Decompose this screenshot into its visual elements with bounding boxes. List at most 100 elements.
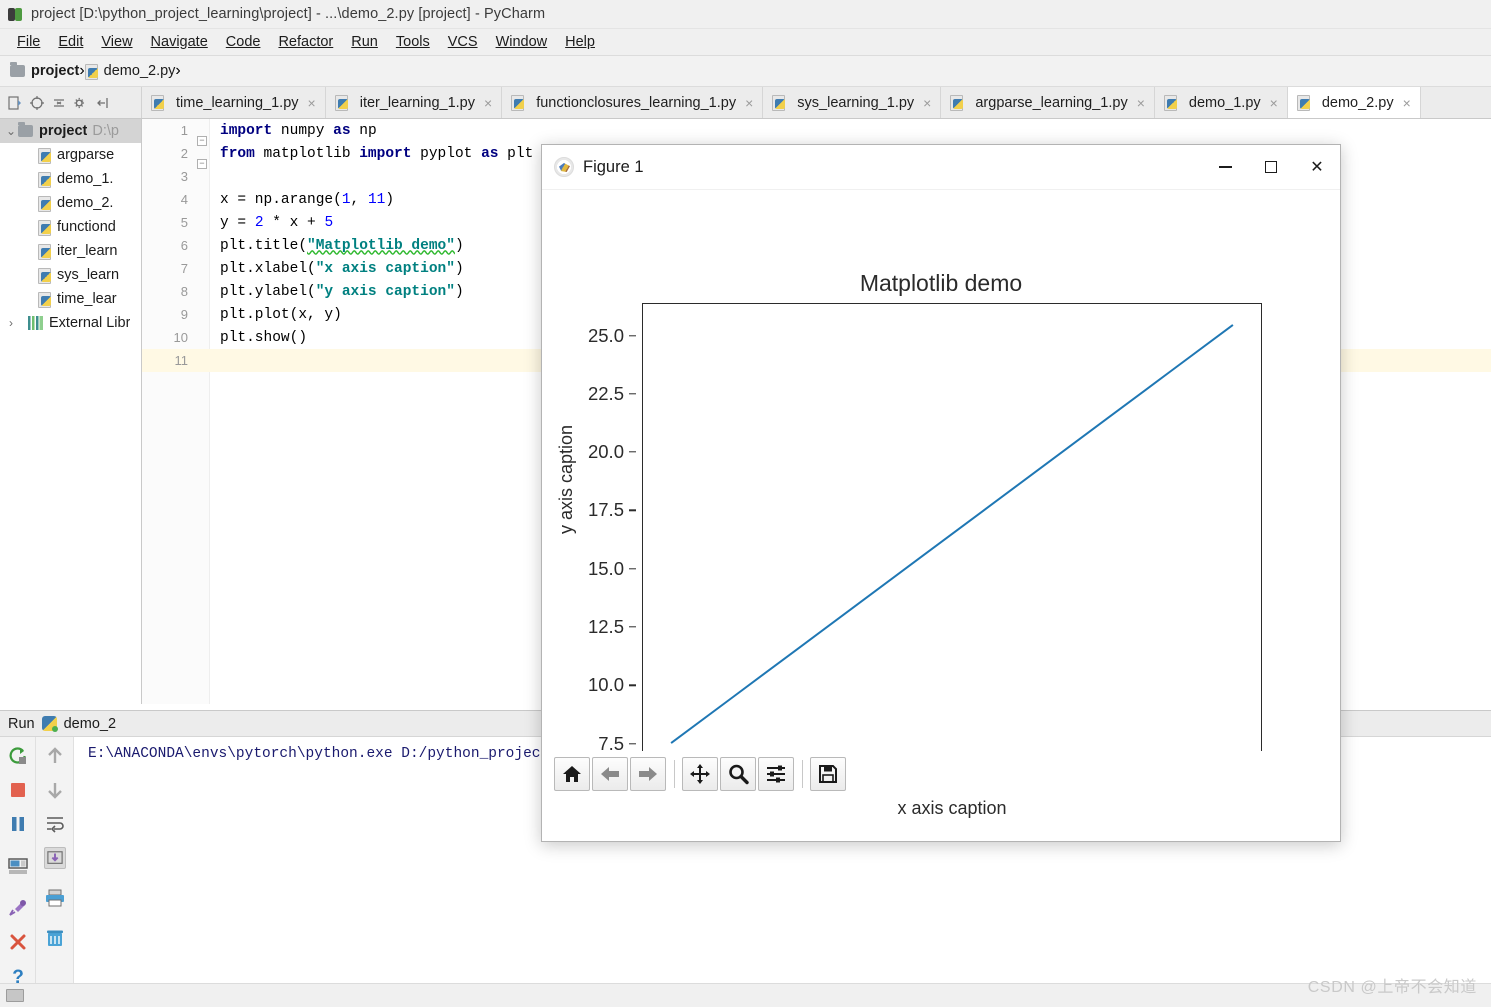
- tab-demo-1[interactable]: demo_1.py ×: [1154, 87, 1288, 118]
- tree-item-label: demo_1.: [57, 171, 114, 187]
- close-button[interactable]: ✕: [1294, 145, 1340, 189]
- code-text: y = 2 * x + 5: [220, 214, 334, 231]
- tree-item-functionclosures[interactable]: functiond: [0, 215, 141, 239]
- tab-sys-learning-1[interactable]: sys_learning_1.py ×: [763, 87, 942, 118]
- up-arrow-icon[interactable]: [44, 745, 66, 767]
- rerun-icon[interactable]: [7, 745, 29, 767]
- code-line-1[interactable]: 1 − import numpy as np: [142, 119, 1491, 146]
- y-tick-label: 20.0: [587, 441, 624, 463]
- select-opened-file-icon[interactable]: [7, 95, 23, 111]
- tree-item-label: functiond: [57, 219, 116, 235]
- tab-iter-learning-1[interactable]: iter_learning_1.py ×: [325, 87, 503, 118]
- back-arrow-icon[interactable]: [592, 757, 628, 791]
- configure-subplots-icon[interactable]: [758, 757, 794, 791]
- menu-view[interactable]: View: [92, 32, 141, 52]
- tab-close-icon[interactable]: ×: [484, 95, 492, 111]
- matplotlib-figure-window[interactable]: Figure 1 ✕ Matplotlib demo 7.5 10.0 12.5…: [541, 144, 1341, 842]
- print-icon[interactable]: [44, 887, 66, 909]
- menu-run[interactable]: Run: [342, 32, 387, 52]
- collapse-all-icon[interactable]: [51, 95, 67, 111]
- breadcrumb-project-label: project: [31, 63, 80, 79]
- maximize-button[interactable]: [1248, 145, 1294, 189]
- tree-item-demo-2[interactable]: demo_2.: [0, 191, 141, 215]
- line-number: 8: [180, 284, 188, 299]
- python-file-icon: [38, 243, 52, 260]
- save-floppy-icon[interactable]: [810, 757, 846, 791]
- tree-item-label: sys_learn: [57, 267, 120, 283]
- menu-code[interactable]: Code: [217, 32, 270, 52]
- menu-edit-label: Edit: [58, 34, 84, 50]
- menu-run-label: Run: [351, 34, 378, 50]
- tab-close-icon[interactable]: ×: [1137, 95, 1145, 111]
- line-series: [643, 304, 1261, 764]
- stop-icon[interactable]: [7, 779, 29, 801]
- pin-icon[interactable]: [7, 897, 29, 919]
- hide-toolwindow-icon[interactable]: [95, 95, 111, 111]
- y-tick-label: 22.5: [587, 382, 624, 404]
- y-tick-label: 25.0: [587, 324, 624, 346]
- tree-item-time-learning[interactable]: time_lear: [0, 287, 141, 311]
- tab-close-icon[interactable]: ×: [745, 95, 753, 111]
- tab-label: time_learning_1.py: [176, 94, 299, 111]
- breadcrumb-project[interactable]: project: [10, 62, 80, 79]
- figure-navigation-toolbar: [542, 751, 1340, 797]
- home-icon[interactable]: [554, 757, 590, 791]
- tree-item-sys-learning[interactable]: sys_learn: [0, 263, 141, 287]
- menu-navigate[interactable]: Navigate: [142, 32, 217, 52]
- tab-close-icon[interactable]: ×: [923, 95, 931, 111]
- figure-canvas[interactable]: Matplotlib demo 7.5 10.0 12.5 15.0 17.5 …: [542, 189, 1340, 818]
- tree-item-iter-learning[interactable]: iter_learn: [0, 239, 141, 263]
- line-number: 5: [180, 215, 188, 230]
- chevron-right-icon[interactable]: ›: [4, 316, 18, 330]
- pause-icon[interactable]: [7, 813, 29, 835]
- forward-arrow-icon[interactable]: [630, 757, 666, 791]
- editor-tabstrip: time_learning_1.py × iter_learning_1.py …: [0, 87, 1491, 119]
- breadcrumb: project › demo_2.py ›: [0, 56, 1491, 87]
- tab-functionclosures-learning-1[interactable]: functionclosures_learning_1.py ×: [502, 87, 764, 118]
- project-toolwindow-toolbar: [0, 87, 142, 118]
- pan-move-icon[interactable]: [682, 757, 718, 791]
- matplotlib-icon: [554, 157, 574, 177]
- gear-icon[interactable]: [73, 95, 89, 111]
- trash-icon[interactable]: [44, 927, 66, 949]
- minimize-button[interactable]: [1202, 145, 1248, 189]
- tree-item-demo-1[interactable]: demo_1.: [0, 167, 141, 191]
- tab-close-icon[interactable]: ×: [1403, 95, 1411, 111]
- menu-window[interactable]: Window: [487, 32, 557, 52]
- minimize-icon: [1218, 166, 1232, 168]
- python-file-icon: [772, 95, 786, 111]
- window-title: project [D:\python_project_learning\proj…: [31, 6, 546, 22]
- figure-window-buttons: ✕: [1202, 145, 1340, 189]
- python-file-icon: [1296, 95, 1311, 111]
- tab-argparse-learning-1[interactable]: argparse_learning_1.py ×: [941, 87, 1155, 118]
- tab-label: functionclosures_learning_1.py: [536, 94, 737, 111]
- target-icon[interactable]: [29, 95, 45, 111]
- close-icon[interactable]: [7, 931, 29, 953]
- chevron-down-icon[interactable]: ⌄: [4, 124, 18, 138]
- tree-item-external-libraries[interactable]: › External Libr: [0, 311, 141, 335]
- menu-edit[interactable]: Edit: [49, 32, 92, 52]
- run-config-name[interactable]: demo_2: [64, 716, 116, 732]
- tab-close-icon[interactable]: ×: [1270, 95, 1278, 111]
- menu-window-label: Window: [495, 34, 548, 50]
- tree-item-project[interactable]: ⌄ project D:\p: [0, 119, 141, 143]
- tab-time-learning-1[interactable]: time_learning_1.py ×: [142, 87, 326, 118]
- layout-settings-icon[interactable]: [7, 855, 29, 877]
- scroll-to-end-icon[interactable]: [43, 847, 66, 869]
- tree-item-label: demo_2.: [57, 195, 114, 211]
- menu-vcs[interactable]: VCS: [439, 32, 487, 52]
- menu-file[interactable]: File: [8, 32, 49, 52]
- toolwindow-toggle-icon[interactable]: [6, 989, 24, 1002]
- soft-wrap-icon[interactable]: [44, 813, 66, 835]
- menu-help[interactable]: Help: [556, 32, 604, 52]
- menu-navigate-label: Navigate: [150, 34, 208, 50]
- tab-demo-2[interactable]: demo_2.py ×: [1287, 87, 1421, 118]
- down-arrow-icon[interactable]: [44, 779, 66, 801]
- tab-close-icon[interactable]: ×: [308, 95, 316, 111]
- zoom-magnifier-icon[interactable]: [720, 757, 756, 791]
- menu-refactor[interactable]: Refactor: [269, 32, 342, 52]
- tree-item-argparse[interactable]: argparse: [0, 143, 141, 167]
- project-toolwindow[interactable]: ⌄ project D:\p argparse demo_1. demo_2. …: [0, 119, 142, 704]
- menu-tools[interactable]: Tools: [387, 32, 439, 52]
- breadcrumb-file[interactable]: demo_2.py: [84, 63, 175, 80]
